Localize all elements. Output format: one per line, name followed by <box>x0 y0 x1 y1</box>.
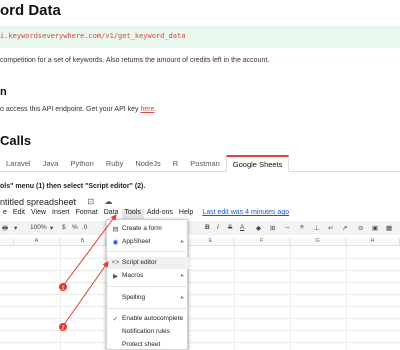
auth-text-end: . <box>154 106 157 113</box>
decimal-button[interactable]: .0 <box>82 224 87 231</box>
corner-cell[interactable] <box>0 238 14 246</box>
menu-file[interactable]: e <box>0 209 10 219</box>
auth-text: o access this API endpoint. Get your API… <box>0 106 156 113</box>
api-key-link[interactable]: here <box>140 106 154 113</box>
form-icon: ▤ <box>112 226 119 233</box>
menu-item-autocomplete[interactable]: ✓ Enable autocomplete <box>107 313 189 325</box>
print-icon[interactable]: 🖶 <box>2 224 8 235</box>
col-header-b[interactable]: B <box>60 238 106 246</box>
percent-button[interactable]: % <box>72 224 78 231</box>
italic-button[interactable]: I <box>217 224 219 231</box>
zoom-chevron-icon[interactable]: ▾ <box>50 224 53 232</box>
link-icon[interactable]: ⊖ <box>358 224 363 232</box>
menu-item-create-form[interactable]: ▤ Create a form <box>107 223 189 235</box>
sheets-menubar: e Edit View Insert Format Data Tools Add… <box>0 209 289 219</box>
menu-addons[interactable]: Add-ons <box>144 209 176 219</box>
auth-heading: n <box>0 86 7 98</box>
bold-button[interactable]: B <box>205 224 210 231</box>
menu-item-macros[interactable]: ▶ Macros ▸ <box>107 270 189 282</box>
col-header-e[interactable]: E <box>188 238 234 246</box>
tab-java[interactable]: Java <box>37 155 65 172</box>
macros-icon: ▶ <box>113 273 118 280</box>
menu-tools[interactable]: Tools <box>121 209 144 219</box>
strike-button[interactable]: S <box>228 224 232 231</box>
valign-icon[interactable]: ⊥ <box>314 224 320 232</box>
col-header-f[interactable]: F <box>234 238 290 246</box>
menu-item-notification-rules[interactable]: Notification rules <box>107 326 189 338</box>
align-icon[interactable]: ≡ <box>300 224 304 231</box>
title-icons: ☆ ⊡ ☁ <box>70 197 117 206</box>
language-tabs: Laravel Java Python Ruby NodeJs R Postma… <box>0 155 400 172</box>
paint-format-icon[interactable]: ▾ <box>14 224 17 232</box>
col-header-h[interactable]: H <box>346 238 400 246</box>
calls-heading: Calls <box>0 133 32 148</box>
auth-text-body: o access this API endpoint. Get your API… <box>0 106 141 113</box>
text-color-button[interactable]: A <box>240 224 244 231</box>
menu-format[interactable]: Format <box>73 209 101 219</box>
menu-item-protect-sheet[interactable]: Protect sheet <box>107 339 189 350</box>
check-icon: ✓ <box>112 316 119 323</box>
menu-edit[interactable]: Edit <box>10 209 28 219</box>
sheets-toolbar: 🖶 ▾ 100% ▾ $ % .0 B I S A ◆ ⊞ ⇔ ≡ ⊥ ↵ ↗ … <box>0 221 400 235</box>
menu-data[interactable]: Data <box>101 209 122 219</box>
tab-laravel[interactable]: Laravel <box>0 155 37 172</box>
spreadsheet-grid[interactable]: A B C D E F G H <box>0 238 400 350</box>
spreadsheet-title[interactable]: ntitled spreadsheet <box>0 197 76 207</box>
comment-icon[interactable]: ▣ <box>372 224 378 232</box>
menu-insert[interactable]: Insert <box>49 209 73 219</box>
borders-icon[interactable]: ⊞ <box>270 224 275 232</box>
tab-r[interactable]: R <box>167 155 184 172</box>
currency-button[interactable]: $ <box>62 224 66 231</box>
appsheet-icon: ◉ <box>112 239 119 246</box>
chart-icon[interactable]: ▦ <box>386 224 392 232</box>
menu-view[interactable]: View <box>28 209 49 219</box>
tools-dropdown-menu: ▤ Create a form ◉ AppSheet ▸ <> Script e… <box>106 219 189 350</box>
instruction-text: ols" menu (1) then select "Script editor… <box>0 183 146 190</box>
merge-icon[interactable]: ⇔ <box>284 224 291 231</box>
tab-postman[interactable]: Postman <box>184 155 226 172</box>
script-icon: <> <box>111 259 120 266</box>
submenu-arrow-icon: ▸ <box>180 273 184 279</box>
menu-item-appsheet[interactable]: ◉ AppSheet ▸ <box>107 236 189 248</box>
zoom-select[interactable]: 100% <box>30 224 47 231</box>
tab-python[interactable]: Python <box>64 155 99 172</box>
tab-google-sheets[interactable]: Google Sheets <box>225 155 290 172</box>
fill-color-icon[interactable]: ◆ <box>256 224 261 232</box>
wrap-icon[interactable]: ↵ <box>328 224 333 232</box>
submenu-arrow-icon: ▸ <box>180 239 184 245</box>
endpoint-url: i.keywordseverywhere.com/v1/get_keyword_… <box>0 32 186 40</box>
col-header-g[interactable]: G <box>290 238 346 246</box>
rotate-icon[interactable]: ↗ <box>342 224 347 232</box>
last-edit-link[interactable]: Last edit was 4 minutes ago <box>196 209 289 219</box>
tab-nodejs[interactable]: NodeJs <box>129 155 166 172</box>
menu-item-spelling[interactable]: Spelling ▸ <box>107 292 189 304</box>
menu-item-script-editor[interactable]: <> Script editor <box>107 257 189 269</box>
col-header-a[interactable]: A <box>14 238 60 246</box>
page-title: ord Data <box>0 2 61 19</box>
submenu-arrow-icon: ▸ <box>180 295 184 301</box>
tab-ruby[interactable]: Ruby <box>100 155 130 172</box>
endpoint-description: competition for a set of keywords. Also … <box>0 57 270 64</box>
menu-help[interactable]: Help <box>176 209 196 219</box>
